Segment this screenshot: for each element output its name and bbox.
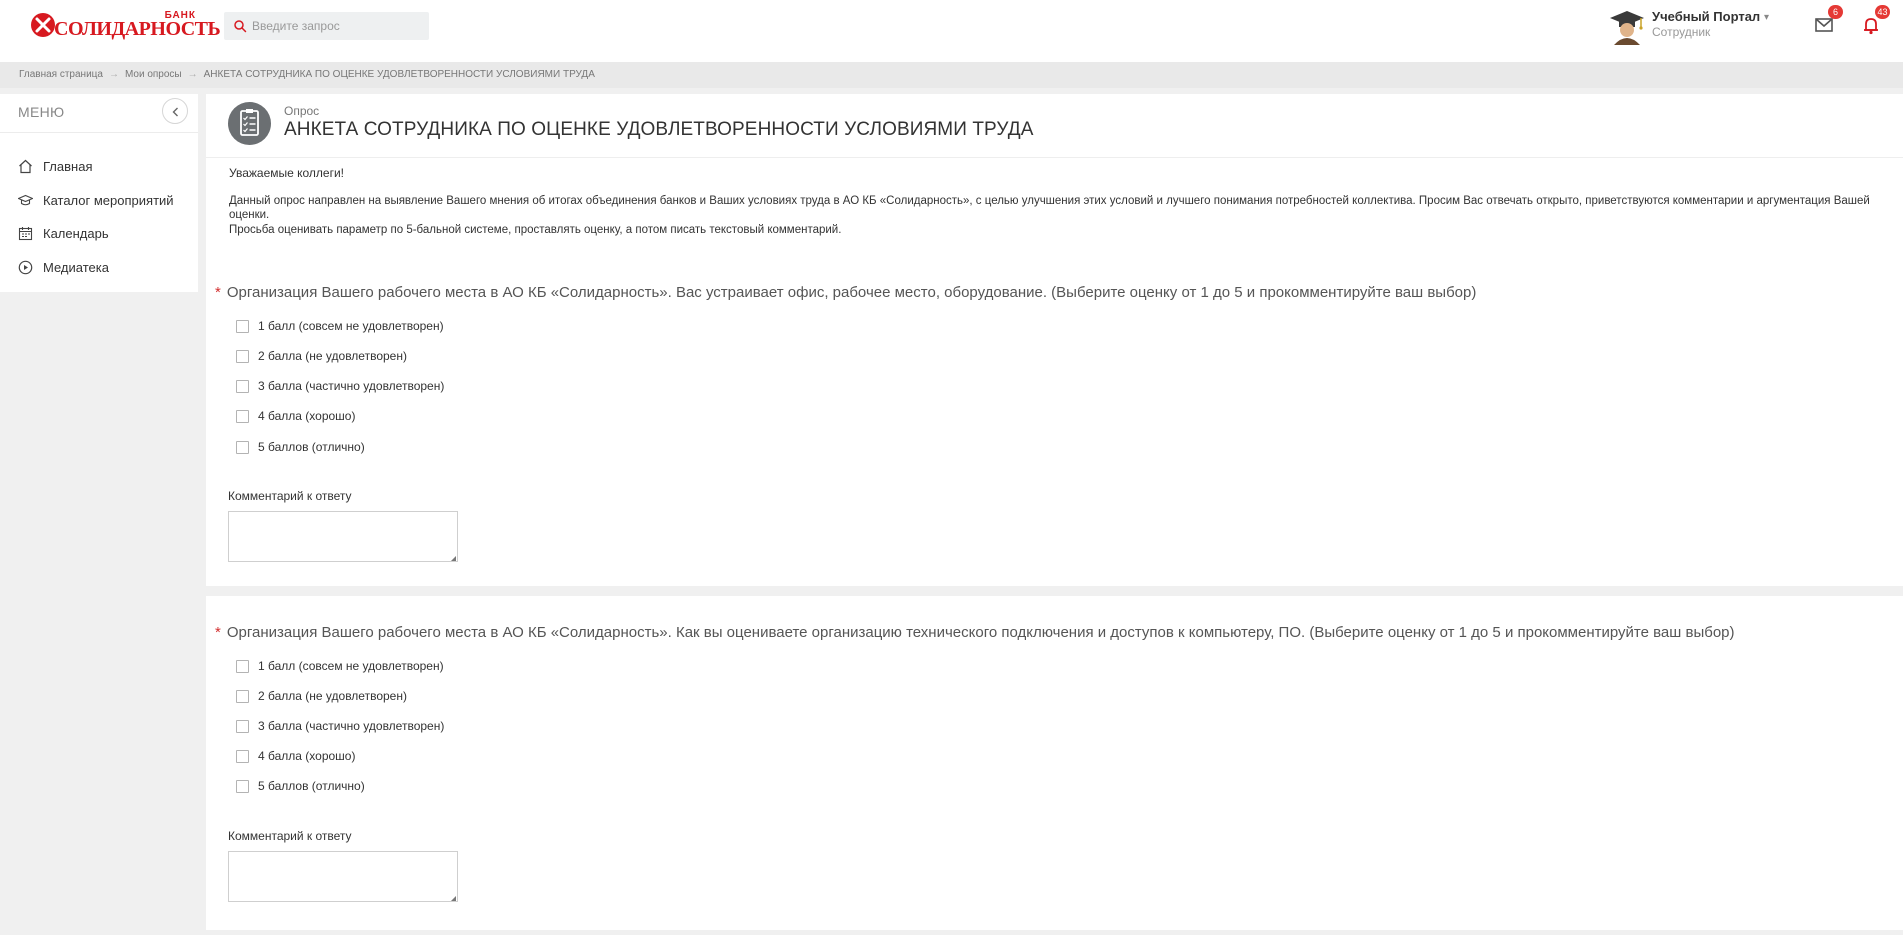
checkbox[interactable] [236,750,249,763]
intro-greeting: Уважаемые коллеги! [229,166,345,180]
arrow-right-icon: → [187,69,198,80]
required-marker: * [215,624,221,641]
comment-label: Комментарий к ответу [228,489,352,503]
option-label[interactable]: 4 балла (хорошо) [258,409,355,423]
option-label[interactable]: 2 балла (не удовлетворен) [258,689,407,703]
resize-handle-icon[interactable] [451,896,456,901]
breadcrumb-current: АНКЕТА СОТРУДНИКА ПО ОЦЕНКЕ УДОВЛЕТВОРЕН… [203,69,595,80]
question-2: * Организация Вашего рабочего места в АО … [215,624,1735,641]
sidebar-item-label: Медиатека [43,260,109,275]
breadcrumb-home[interactable]: Главная страница [19,69,103,80]
survey-type: Опрос [284,104,320,118]
notifications-badge: 43 [1875,5,1890,19]
required-marker: * [215,284,221,301]
checkbox[interactable] [236,441,249,454]
search-input[interactable] [252,12,422,40]
sidebar: МЕНЮ Главная Каталог мероприятий Календа… [0,94,198,292]
checkbox[interactable] [236,660,249,673]
option-label[interactable]: 2 балла (не удовлетворен) [258,349,407,363]
messages-badge: 6 [1828,5,1843,19]
intro-instructions: Просьба оценивать параметр по 5-бальной … [229,224,842,236]
graduate-avatar-icon [1610,11,1644,45]
checklist-icon [240,109,259,136]
option-label[interactable]: 5 баллов (отлично) [258,779,365,793]
checkbox[interactable] [236,380,249,393]
graduation-cap-icon [18,194,33,206]
survey-header: Опрос АНКЕТА СОТРУДНИКА ПО ОЦЕНКЕ УДОВЛЕ… [206,94,1903,158]
logo-mark-icon [31,13,55,37]
sidebar-item-label: Каталог мероприятий [43,193,174,208]
comment-textarea[interactable] [228,511,458,562]
checkbox[interactable] [236,410,249,423]
bank-logo[interactable]: БАНК СОЛИДАРНОСТЬ [30,10,221,44]
checkbox[interactable] [236,720,249,733]
messages-button[interactable]: 6 [1813,5,1843,36]
checkbox[interactable] [236,320,249,333]
resize-handle-icon[interactable] [451,556,456,561]
search-box[interactable] [224,12,429,40]
menu-divider [0,132,198,133]
logo-text: СОЛИДАРНОСТЬ [54,18,221,40]
question-text: Организация Вашего рабочего места в АО К… [226,624,1735,641]
checkbox[interactable] [236,350,249,363]
top-header: БАНК СОЛИДАРНОСТЬ Учебный Портал Сотрудн… [0,0,1903,62]
user-menu[interactable]: Учебный Портал Сотрудник ▾ [1608,5,1783,45]
collapse-sidebar-button[interactable] [162,98,188,124]
intro-paragraph: Данный опрос направлен на выявление Ваше… [229,195,1870,221]
notifications-button[interactable]: 43 [1860,5,1890,36]
chevron-left-icon [172,107,178,117]
arrow-right-icon: → [108,69,119,80]
sidebar-item-home[interactable]: Главная [18,156,193,178]
page-title: АНКЕТА СОТРУДНИКА ПО ОЦЕНКЕ УДОВЛЕТВОРЕН… [284,119,1034,140]
option-label[interactable]: 4 балла (хорошо) [258,749,355,763]
breadcrumb: Главная страница → Мои опросы → АНКЕТА СОТРУ… [0,62,1903,88]
chevron-down-icon[interactable]: ▾ [1764,12,1769,23]
option-label[interactable]: 3 балла (частично удовлетворен) [258,379,444,393]
search-icon [234,20,247,33]
play-circle-icon [18,260,33,275]
option-label[interactable]: 1 балл (совсем не удовлетворен) [258,319,444,333]
comment-textarea[interactable] [228,851,458,902]
checkbox[interactable] [236,690,249,703]
sidebar-item-catalog[interactable]: Каталог мероприятий [18,190,193,212]
sidebar-item-media[interactable]: Медиатека [18,257,193,279]
option-label[interactable]: 5 баллов (отлично) [258,440,365,454]
user-role: Сотрудник [1652,25,1711,39]
question-text: Организация Вашего рабочего места в АО К… [226,284,1477,301]
sidebar-item-calendar[interactable]: Календарь [18,223,193,245]
user-name: Учебный Портал [1652,9,1761,24]
option-label[interactable]: 1 балл (совсем не удовлетворен) [258,659,444,673]
sidebar-item-label: Главная [43,159,93,174]
breadcrumb-my-surveys[interactable]: Мои опросы [125,69,182,80]
checkbox[interactable] [236,780,249,793]
calendar-icon [18,227,33,241]
option-label[interactable]: 3 балла (частично удовлетворен) [258,719,444,733]
comment-label: Комментарий к ответу [228,829,352,843]
survey-icon [228,102,271,145]
survey-panel: Опрос АНКЕТА СОТРУДНИКА ПО ОЦЕНКЕ УДОВЛЕ… [206,94,1903,586]
sidebar-item-label: Календарь [43,226,109,241]
home-icon [19,159,32,174]
survey-panel: * Организация Вашего рабочего места в АО … [206,596,1903,930]
question-1: * Организация Вашего рабочего места в АО … [215,284,1476,301]
menu-title: МЕНЮ [18,104,65,120]
